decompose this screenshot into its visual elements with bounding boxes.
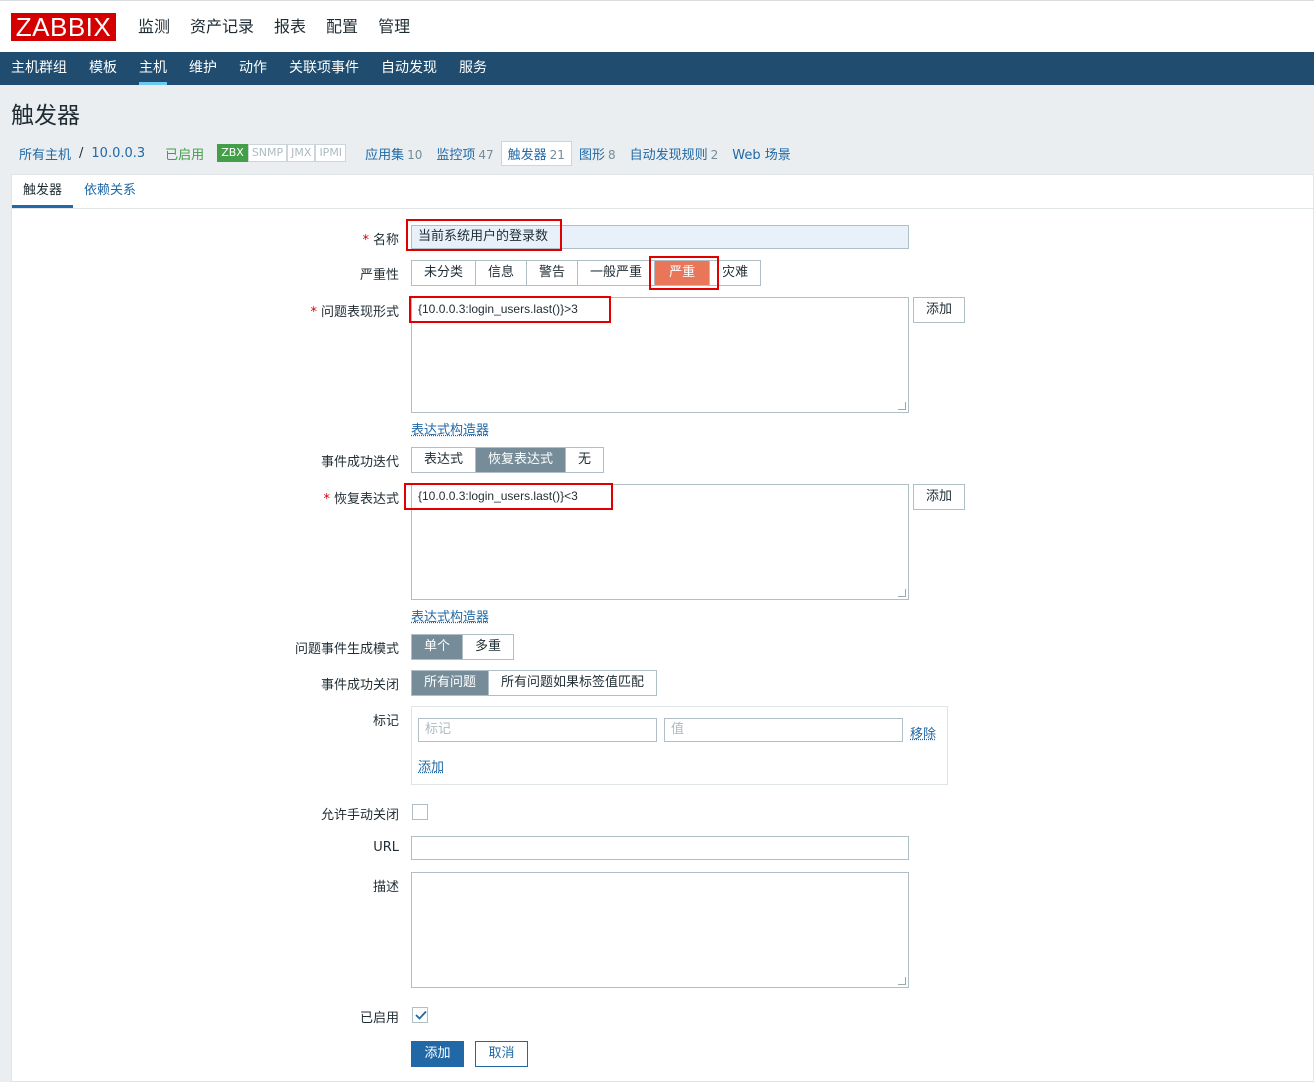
severity-high[interactable]: 严重 [654,261,710,285]
url-label: URL [373,840,399,855]
applications-count: 10 [407,147,423,162]
tag-name-input[interactable]: 标记 [418,718,657,742]
problem-expression-label: * 问题表现形式 [310,305,399,320]
enabled-checkbox[interactable] [412,1007,428,1023]
severity-information[interactable]: 信息 [475,261,526,285]
top-bar: ZABBIX 监测 资产记录 报表 配置 管理 [0,0,1314,52]
ok-event-generation-selector: 表达式 恢复表达式 无 [411,447,605,473]
name-label: * 名称 [362,233,399,248]
severity-label: 严重性 [359,268,399,283]
graphs-count: 8 [607,147,616,162]
problem-expression-builder-link[interactable]: 表达式构造器 [411,419,489,438]
severity-disaster[interactable]: 灾难 [709,261,760,285]
problem-expression-textarea[interactable]: {10.0.0.3:login_users.last()}>3 [411,297,909,413]
sub-menu-maintenance[interactable]: 维护 [178,52,228,85]
resize-grip-icon[interactable] [898,402,906,410]
recovery-expression-label: * 恢复表达式 [323,492,399,507]
tab-dependencies[interactable]: 依赖关系 [73,175,147,208]
interface-badges: ZBX SNMP JMX IPMI [217,144,347,162]
cancel-button[interactable]: 取消 [475,1041,528,1067]
tab-trigger[interactable]: 触发器 [12,175,74,208]
sub-menu-hosts[interactable]: 主机 [128,52,178,85]
sub-menu-services[interactable]: 服务 [448,52,498,85]
ok-event-none[interactable]: 无 [565,448,603,472]
sub-menu: 主机群组 模板 主机 维护 动作 关联项事件 自动发现 服务 [0,52,1314,85]
severity-average[interactable]: 一般严重 [577,261,654,285]
problem-expression-value: {10.0.0.3:login_users.last()}>3 [418,302,578,316]
generation-mode-selector: 单个 多重 [411,634,515,660]
ipmi-badge: IPMI [315,144,347,162]
breadcrumb-discovery-rules[interactable]: 自动发现规则 2 [623,144,726,163]
recovery-expression-textarea[interactable]: {10.0.0.3:login_users.last()}<3 [411,484,909,600]
url-input[interactable] [411,836,909,860]
top-menu: 监测 资产记录 报表 配置 管理 [128,1,420,53]
breadcrumb-triggers[interactable]: 触发器 21 [500,140,572,166]
form-tabs: 触发器 依赖关系 [12,175,1313,209]
sub-menu-actions[interactable]: 动作 [228,52,278,85]
manual-close-label: 允许手动关闭 [320,808,399,823]
jmx-badge: JMX [287,144,316,162]
sub-menu-templates[interactable]: 模板 [78,52,128,85]
zbx-badge: ZBX [217,144,248,162]
graphs-label: 图形 [578,147,605,163]
items-label: 监控项 [436,147,476,163]
breadcrumb-all-hosts[interactable]: 所有主机 [12,144,78,163]
breadcrumb-web-scenarios[interactable]: Web 场景 [725,144,797,163]
ok-close-all-problems[interactable]: 所有问题 [412,671,489,695]
severity-selector: 未分类 信息 警告 一般严重 严重 灾难 [411,260,762,286]
zabbix-logo[interactable]: ZABBIX [11,13,116,41]
breadcrumb-items[interactable]: 监控项 47 [429,144,500,163]
ok-event-expression[interactable]: 表达式 [412,448,475,472]
tag-value-input[interactable]: 值 [664,718,903,742]
breadcrumb-graphs[interactable]: 图形 8 [572,144,623,163]
tag-remove-link[interactable]: 移除 [910,723,936,742]
generation-mode-label: 问题事件生成模式 [294,642,399,657]
resize-grip-icon[interactable] [898,977,906,985]
triggers-count: 21 [549,147,565,162]
generation-mode-single[interactable]: 单个 [412,635,463,659]
checkmark-icon [415,1010,427,1020]
items-count: 47 [478,147,494,162]
host-status: 已启用 [165,147,205,163]
triggers-label: 触发器 [507,147,547,163]
description-textarea[interactable] [411,872,909,988]
severity-not-classified[interactable]: 未分类 [412,261,475,285]
top-menu-monitoring[interactable]: 监测 [128,1,180,53]
name-input[interactable]: 当前系统用户的登录数 [411,225,909,249]
top-menu-configuration[interactable]: 配置 [316,1,368,53]
recovery-expression-builder-link[interactable]: 表达式构造器 [411,606,489,625]
ok-event-closes-label: 事件成功关闭 [320,678,399,693]
discovery-label: 自动发现规则 [629,147,708,163]
ok-close-tag-match[interactable]: 所有问题如果标签值匹配 [488,671,656,695]
recovery-expression-value: {10.0.0.3:login_users.last()}<3 [418,489,578,503]
add-button[interactable]: 添加 [411,1041,464,1067]
breadcrumb-host[interactable]: 10.0.0.3 [84,146,152,161]
ok-event-recovery-expression[interactable]: 恢复表达式 [475,448,566,472]
tags-label: 标记 [372,714,399,729]
snmp-badge: SNMP [247,144,288,162]
sub-menu-discovery[interactable]: 自动发现 [370,52,448,85]
top-menu-administration[interactable]: 管理 [368,1,420,53]
page-title: 触发器 [11,103,80,129]
manual-close-checkbox[interactable] [412,804,428,820]
sub-menu-correlation[interactable]: 关联项事件 [278,52,370,85]
tag-add-link[interactable]: 添加 [418,756,444,775]
problem-expression-add-button[interactable]: 添加 [913,297,965,323]
top-menu-reports[interactable]: 报表 [264,1,316,53]
resize-grip-icon[interactable] [898,589,906,597]
breadcrumb-applications[interactable]: 应用集 10 [358,144,429,163]
breadcrumb: 所有主机 / 10.0.0.3 已启用 ZBX SNMP JMX IPMI 应用… [12,140,798,166]
sub-menu-host-groups[interactable]: 主机群组 [0,52,78,85]
ok-event-closes-selector: 所有问题 所有问题如果标签值匹配 [411,670,658,696]
severity-warning[interactable]: 警告 [526,261,577,285]
discovery-count: 2 [710,147,719,162]
ok-event-generation-label: 事件成功迭代 [320,455,399,470]
description-label: 描述 [372,880,399,895]
enabled-label: 已启用 [359,1011,399,1026]
recovery-expression-add-button[interactable]: 添加 [913,484,965,510]
top-menu-inventory[interactable]: 资产记录 [180,1,264,53]
generation-mode-multiple[interactable]: 多重 [462,635,513,659]
applications-label: 应用集 [365,147,405,163]
trigger-form-panel: 触发器 依赖关系 * 名称 当前系统用户的登录数 严重性 未分类 信息 警告 一般… [11,174,1314,1082]
